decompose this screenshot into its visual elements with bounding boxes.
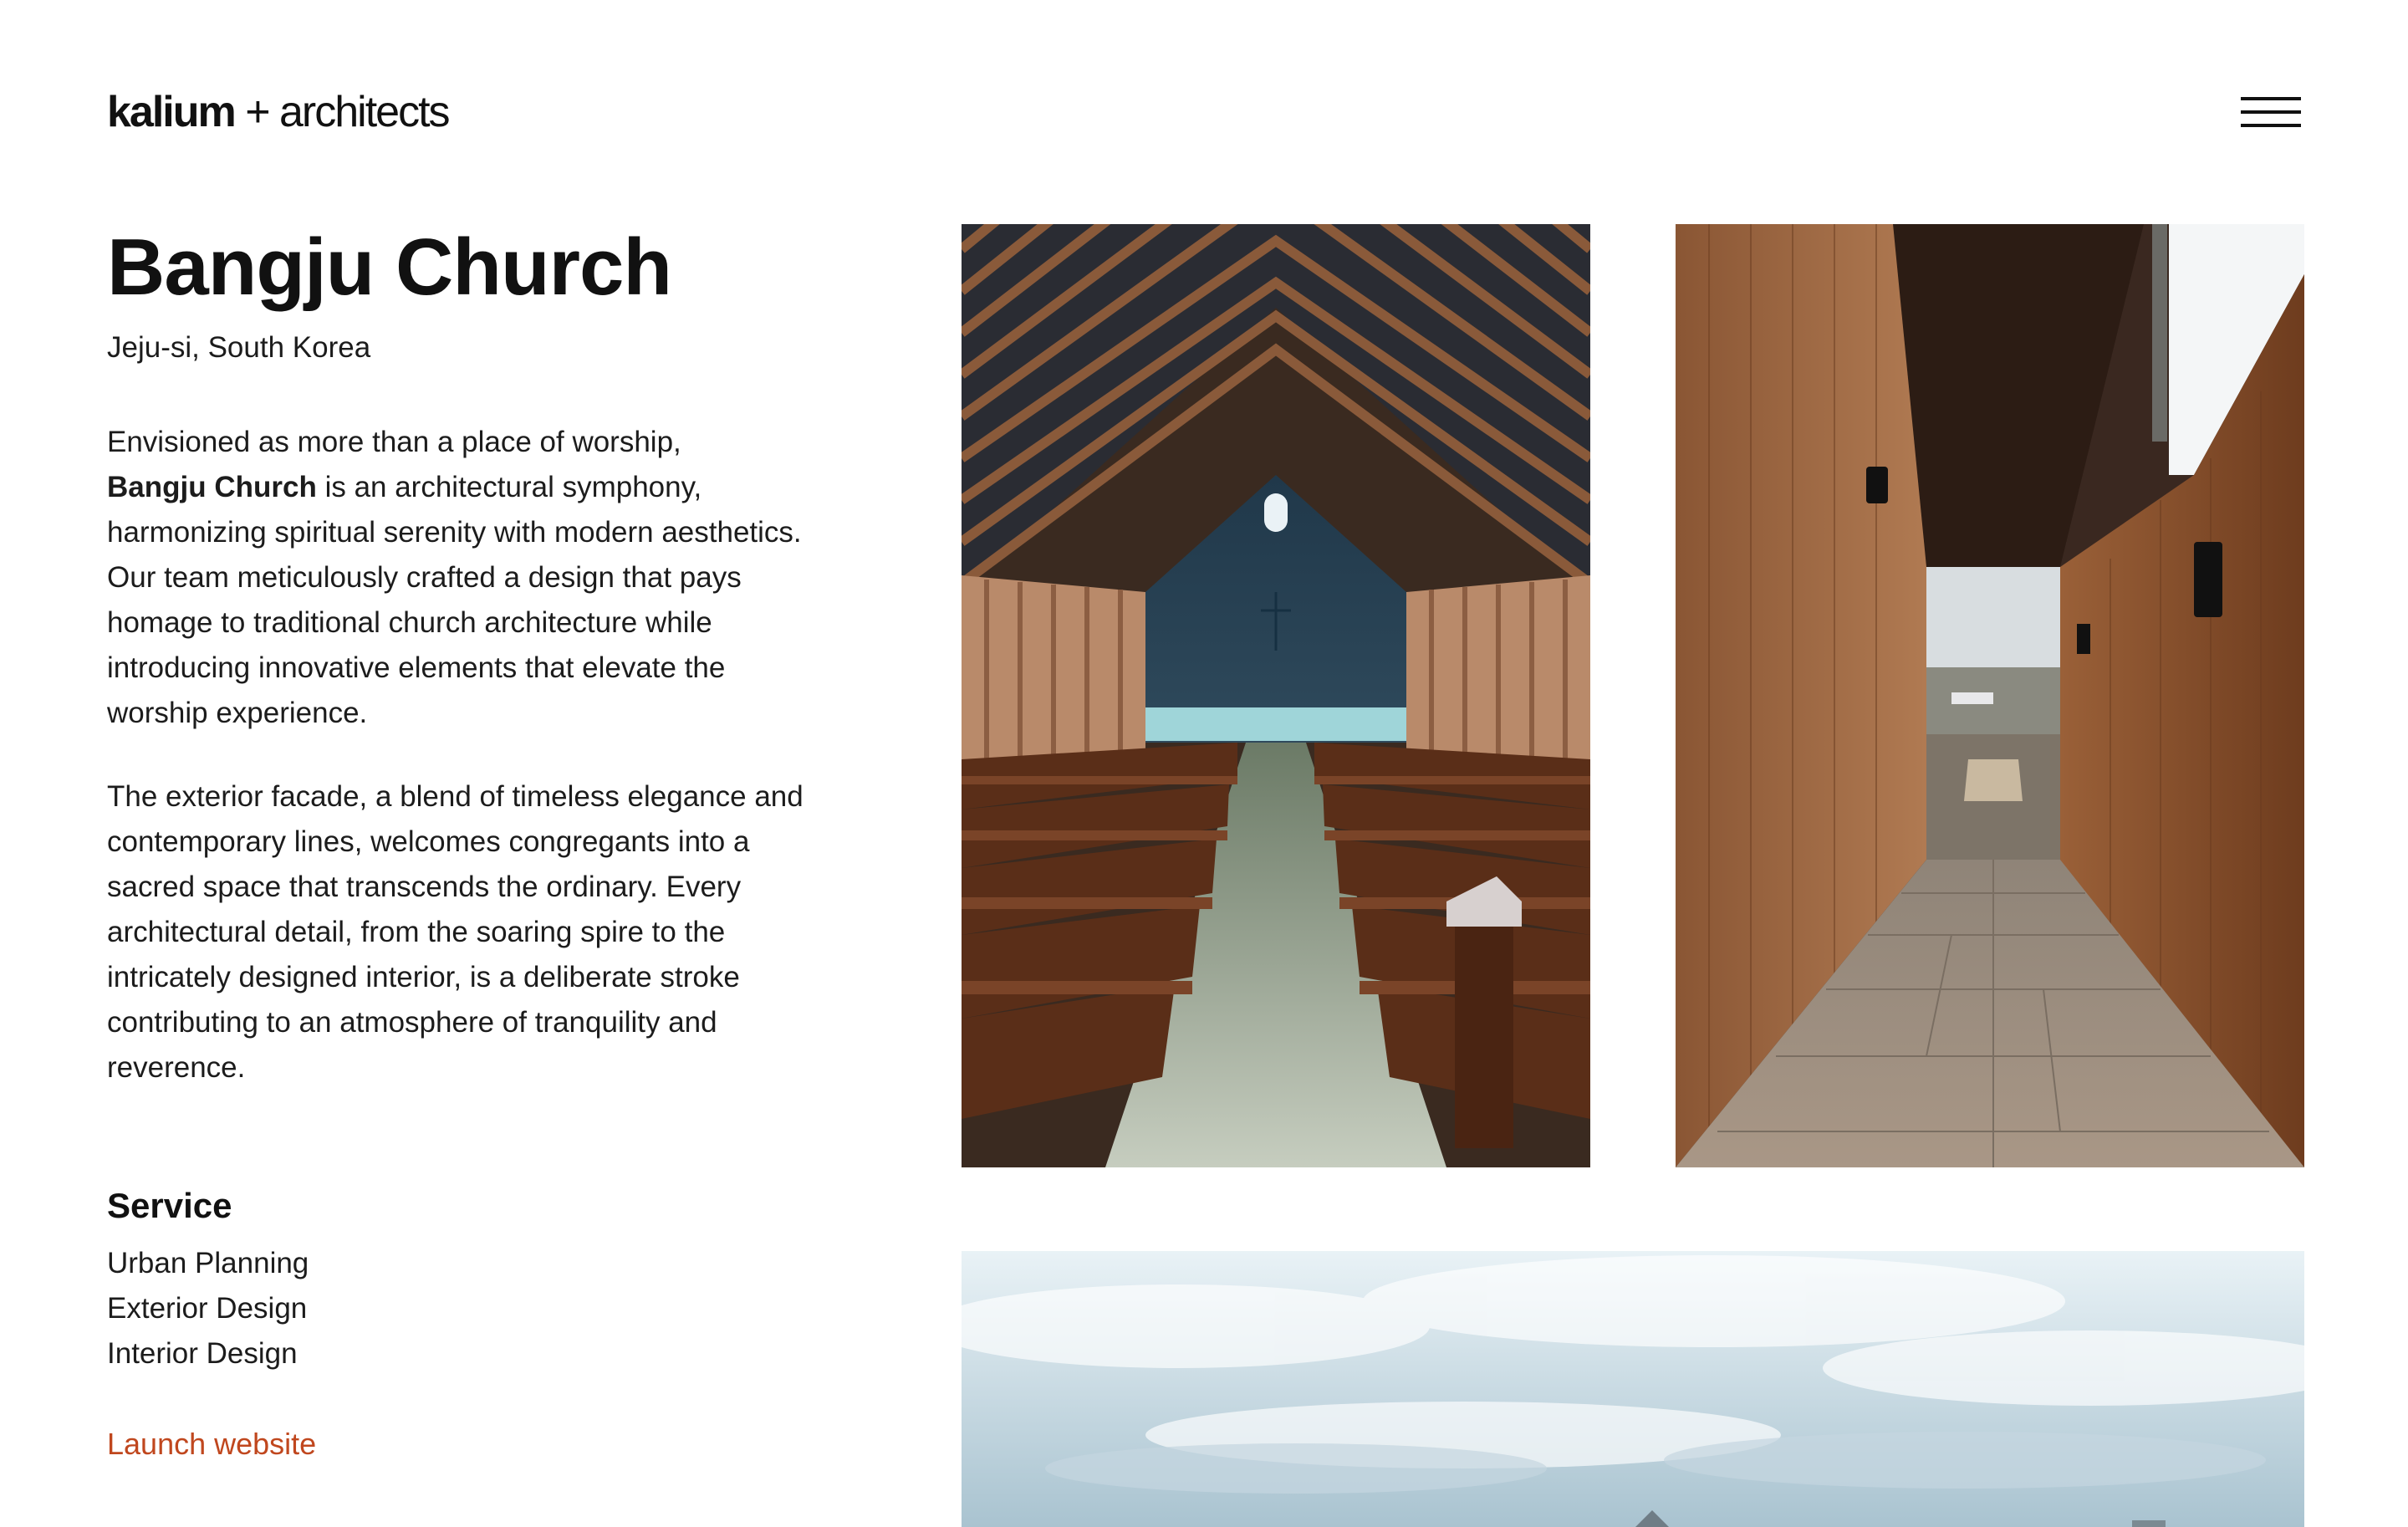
church-interior-photo[interactable]: [962, 224, 1590, 1167]
launch-website-link[interactable]: Launch website: [107, 1425, 316, 1463]
paragraph-1-rest: is an architectural symphony, harmonizin…: [107, 471, 802, 729]
wooden-corridor-image: [1676, 224, 2304, 1167]
service-item: Urban Planning: [107, 1247, 309, 1279]
service-item: Interior Design: [107, 1337, 298, 1370]
church-exterior-image: [962, 1251, 2304, 1527]
logo-secondary: + architects: [245, 88, 450, 136]
project-name-bold: Bangju Church: [107, 471, 317, 503]
logo-primary: kalium: [107, 88, 237, 136]
menu-line: [2241, 124, 2301, 127]
wooden-corridor-photo[interactable]: [1676, 224, 2304, 1167]
description-paragraph-1: Envisioned as more than a place of worsh…: [107, 420, 809, 736]
service-item: Exterior Design: [107, 1292, 308, 1325]
service-heading: Service: [107, 1186, 232, 1225]
paragraph-1-start: Envisioned as more than a place of worsh…: [107, 426, 681, 458]
church-interior-image: [962, 224, 1590, 1167]
description-paragraph-2: The exterior facade, a blend of timeless…: [107, 780, 804, 1084]
service-list: Urban Planning Exterior Design Interior …: [107, 1241, 809, 1376]
menu-line: [2241, 97, 2301, 100]
project-location: Jeju-si, South Korea: [107, 331, 371, 364]
site-logo[interactable]: kalium + architects: [107, 85, 451, 139]
site-header: kalium + architects: [0, 0, 2408, 167]
project-info: Bangju Church Jeju-si, South Korea Envis…: [107, 217, 809, 1463]
menu-line: [2241, 110, 2301, 114]
hamburger-menu-icon[interactable]: [2241, 94, 2301, 130]
page-title: Bangju Church: [107, 222, 672, 312]
church-exterior-sky-photo[interactable]: [962, 1251, 2304, 1527]
